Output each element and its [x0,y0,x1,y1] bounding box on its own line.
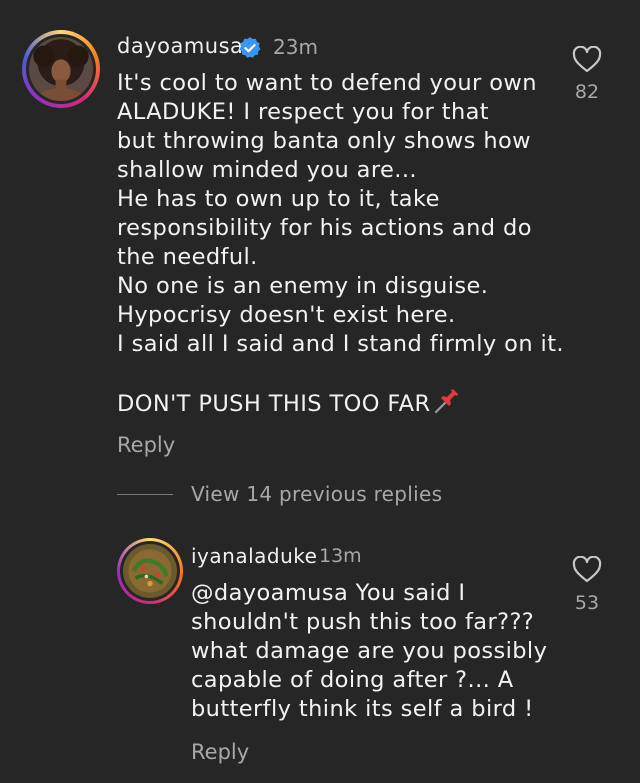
avatar-dayoamusa[interactable] [22,30,100,108]
comment-timestamp: 23m [273,35,318,59]
reply-text: @dayoamusa You said I shouldn't push thi… [191,579,547,724]
comment-line: DON'T PUSH THIS TOO FAR [117,391,431,417]
comment-line: ALADUKE! I respect you for that [117,99,490,125]
avatar-iyanaladuke[interactable] [117,538,183,604]
reply-line: butterfly think its self a bird ! [191,696,534,722]
comment-line: shallow minded you are... [117,157,417,183]
heart-outline-icon[interactable] [572,556,602,584]
reply-button[interactable]: Reply [191,740,249,764]
like-count: 53 [574,592,600,614]
comment-line-final: DON'T PUSH THIS TOO FAR [117,388,564,419]
comment-username[interactable]: dayoamusa [117,34,243,58]
comment-line: It's cool to want to defend your own [117,70,537,96]
comment-line: responsibility for his actions and do [117,215,532,241]
profile-photo [123,544,177,598]
comment-line: Hypocrisy doesn't exist here. [117,302,456,328]
comment-line: He has to own up to it, take [117,186,440,212]
reply-line: what damage are you possibly [191,638,548,664]
heart-outline-icon[interactable] [572,46,602,74]
pushpin-emoji-icon [434,389,458,414]
reply-timestamp: 13m [319,545,362,567]
view-previous-replies-button[interactable]: View 14 previous replies [191,482,442,506]
verified-badge-icon [239,37,261,58]
comment-line: the needful. [117,244,258,270]
reply-button[interactable]: Reply [117,433,175,457]
reply-line: @dayoamusa You said I [191,580,466,606]
reply-username[interactable]: iyanaladuke [191,544,317,568]
comment-line: but throwing banta only shows how [117,128,531,154]
comment-line: I said all I said and I stand firmly on … [117,331,564,357]
profile-photo [29,37,93,101]
comment-text: It's cool to want to defend your own ALA… [117,69,564,419]
reply-line: shouldn't push this too far??? [191,609,535,635]
comment-line: No one is an enemy in disguise. [117,273,489,299]
reply-line: capable of doing after ?... A [191,667,514,693]
comment-blank-line [117,359,564,388]
replies-divider [117,494,173,495]
like-count: 82 [574,81,600,103]
